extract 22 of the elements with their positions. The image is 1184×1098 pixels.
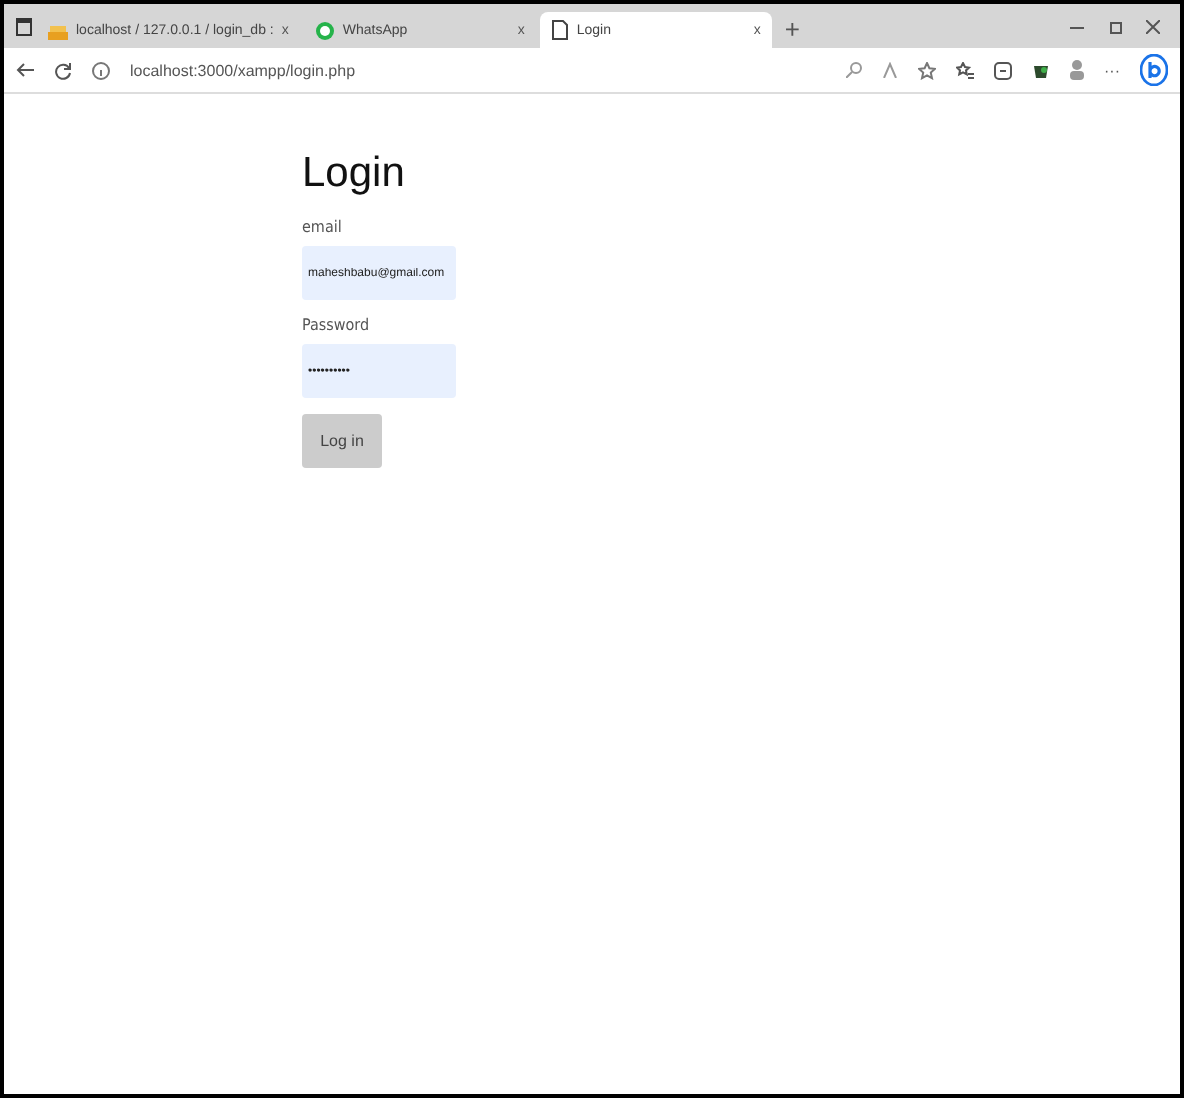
more-button[interactable]: ··· bbox=[1104, 61, 1120, 79]
favorites-icon[interactable] bbox=[956, 61, 974, 79]
back-icon[interactable] bbox=[16, 62, 34, 78]
page-icon bbox=[552, 20, 569, 40]
login-heading: Login bbox=[302, 150, 407, 198]
search-icon[interactable] bbox=[846, 62, 862, 78]
database-icon bbox=[48, 21, 68, 39]
close-icon[interactable] bbox=[1146, 19, 1160, 33]
new-tab-button[interactable]: + bbox=[776, 13, 808, 43]
star-icon[interactable] bbox=[918, 61, 936, 79]
restore-icon[interactable] bbox=[1108, 19, 1122, 33]
extension-icon[interactable] bbox=[1032, 61, 1050, 79]
chat-assistant-icon[interactable] bbox=[1140, 54, 1168, 86]
field-label: Password bbox=[302, 316, 372, 334]
refresh-icon[interactable] bbox=[54, 61, 72, 79]
field-label: email bbox=[302, 218, 344, 236]
tab-actions-icon[interactable] bbox=[16, 17, 32, 35]
profile-icon[interactable] bbox=[1070, 60, 1084, 80]
info-icon[interactable] bbox=[92, 61, 110, 79]
chat-icon bbox=[316, 21, 335, 39]
address-field[interactable]: localhost:3000/xampp/login.php bbox=[130, 61, 356, 79]
login-button[interactable]: Log in bbox=[302, 414, 382, 468]
